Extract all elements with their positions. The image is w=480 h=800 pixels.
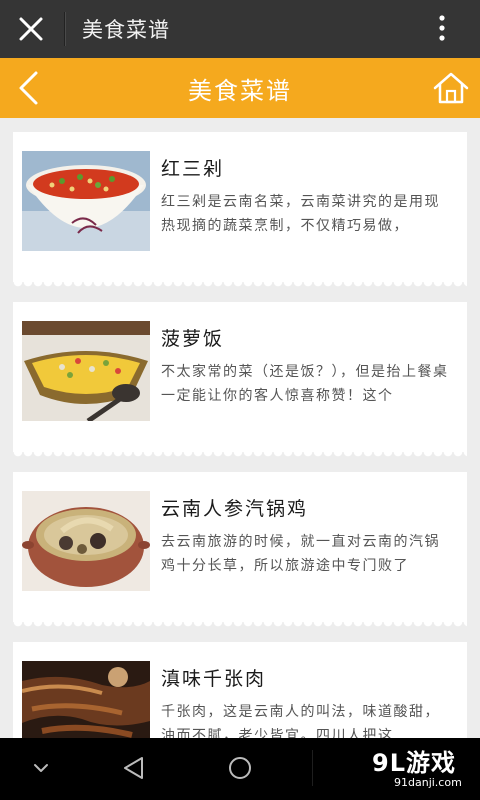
recipe-card[interactable]: 红三剁 红三剁是云南名菜，云南菜讲究的是用现热现摘的蔬菜烹制，不仅精巧易做， [13,132,467,290]
steam-pot-chicken-image [22,491,150,591]
recipe-description: 不太家常的菜（还是饭？），但是抬上餐桌一定能让你的客人惊喜称赞！这个 [161,364,449,404]
recipe-card[interactable]: 菠萝饭 不太家常的菜（还是饭？），但是抬上餐桌一定能让你的客人惊喜称赞！这个 [13,302,467,460]
sliced-pork-image [22,661,150,738]
watermark-site: 91danji.com [394,776,462,789]
recipe-list[interactable]: 红三剁 红三剁是云南名菜，云南菜讲究的是用现热现摘的蔬菜烹制，不仅精巧易做， 菠… [0,118,480,738]
toolbar-divider [64,12,65,46]
pineapple-rice-image [22,321,150,421]
window-title: 美食菜谱 [82,18,170,42]
home-icon[interactable] [432,70,470,106]
recipe-name: 红三剁 [161,158,225,180]
close-icon[interactable] [14,12,48,46]
watermark: 9L游戏 91danji.com [372,743,476,797]
home-circle-icon[interactable] [226,754,254,782]
recipe-description: 红三剁是云南名菜，云南菜讲究的是用现热现摘的蔬菜烹制，不仅精巧易做， [161,194,440,234]
recipe-name: 滇味千张肉 [161,668,267,690]
tomato-soup-image [22,151,150,251]
page-header: 美食菜谱 [0,58,480,118]
recipe-card[interactable]: 滇味千张肉 千张肉，这是云南人的叫法，味道酸甜，油而不腻，老少皆宜。四川人把这 [13,642,467,738]
chevron-down-icon[interactable] [30,754,52,782]
recipe-description: 去云南旅游的时候，就一直对云南的汽锅鸡十分长草，所以旅游途中专门败了 [161,534,440,574]
watermark-logo: 9L游戏 [372,749,456,777]
page-title: 美食菜谱 [188,77,292,105]
app-top-bar: 美食菜谱 [0,0,480,58]
back-triangle-icon[interactable] [120,754,148,782]
recipe-card[interactable]: 云南人参汽锅鸡 去云南旅游的时候，就一直对云南的汽锅鸡十分长草，所以旅游途中专门… [13,472,467,630]
system-nav-bar: 9L游戏 91danji.com [0,738,480,800]
recipe-description: 千张肉，这是云南人的叫法，味道酸甜，油而不腻，老少皆宜。四川人把这 [161,704,440,738]
recipe-name: 云南人参汽锅鸡 [161,498,309,520]
recipe-name: 菠萝饭 [161,328,225,350]
nav-divider [312,750,313,786]
more-vertical-icon[interactable] [428,12,456,46]
